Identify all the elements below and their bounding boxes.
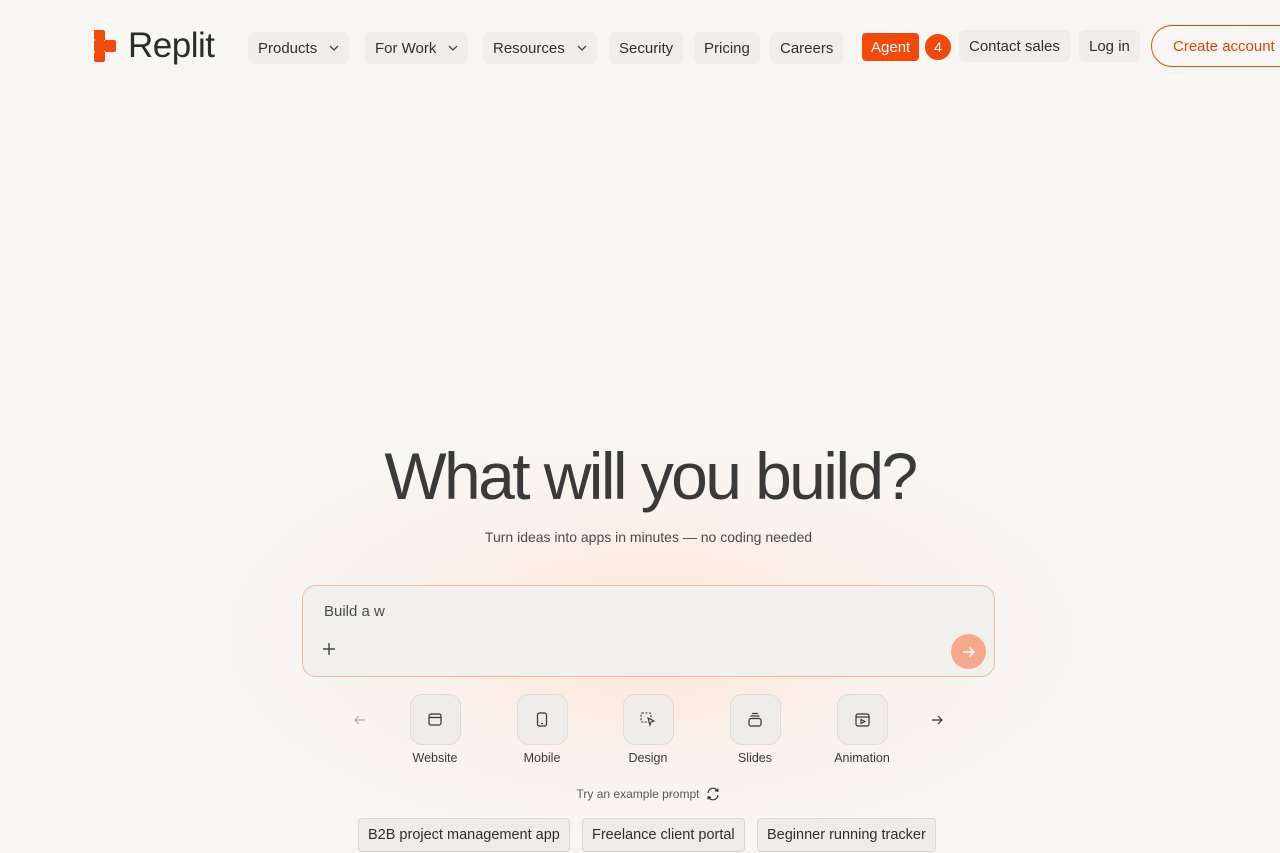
phone-icon bbox=[536, 712, 548, 727]
category-tile bbox=[622, 694, 674, 745]
category-website[interactable]: Website bbox=[395, 694, 475, 765]
categories-prev-button[interactable] bbox=[350, 710, 370, 730]
category-label: Animation bbox=[834, 751, 890, 765]
nav-pricing[interactable]: Pricing bbox=[694, 32, 760, 64]
arrow-right-icon bbox=[962, 646, 975, 657]
nav-products[interactable]: Products bbox=[248, 32, 350, 64]
category-mobile[interactable]: Mobile bbox=[502, 694, 582, 765]
log-in-link[interactable]: Log in bbox=[1079, 30, 1140, 62]
slides-stack-icon bbox=[748, 712, 762, 727]
arrow-right-icon bbox=[932, 715, 943, 725]
hero-headline: What will you build? bbox=[384, 439, 918, 513]
arrow-left-icon bbox=[354, 715, 365, 725]
add-attachment-button[interactable] bbox=[320, 641, 338, 659]
category-tile bbox=[409, 694, 461, 745]
prompt-input-box[interactable]: Build a w bbox=[302, 585, 995, 677]
replit-logo[interactable]: Replit bbox=[92, 26, 215, 66]
category-tile bbox=[836, 694, 888, 745]
refresh-icon[interactable] bbox=[706, 787, 720, 801]
prompt-input-text[interactable]: Build a w bbox=[324, 603, 385, 620]
nav-products-label: Products bbox=[258, 39, 318, 57]
nav-resources-label: Resources bbox=[493, 39, 565, 57]
send-prompt-button[interactable] bbox=[951, 634, 986, 669]
nav-agent-button[interactable]: Agent bbox=[862, 33, 920, 61]
category-label: Mobile bbox=[523, 751, 561, 765]
nav-resources[interactable]: Resources bbox=[483, 32, 597, 64]
hero-subline: Turn ideas into apps in minutes — no cod… bbox=[484, 529, 813, 545]
example-chip[interactable]: Beginner running tracker bbox=[757, 818, 936, 852]
chevron-down-icon bbox=[577, 45, 587, 51]
categories-next-button[interactable] bbox=[927, 710, 947, 730]
logo-wordmark: Replit bbox=[128, 26, 215, 65]
category-label: Design bbox=[628, 751, 668, 765]
category-tile bbox=[729, 694, 781, 745]
category-label: Website bbox=[412, 751, 458, 765]
nav-careers[interactable]: Careers bbox=[770, 32, 844, 64]
select-cursor-icon bbox=[640, 712, 656, 727]
example-prompt-header: Try an example prompt bbox=[0, 787, 1280, 801]
nav-for-work-label: For Work bbox=[375, 39, 437, 57]
create-account-button[interactable]: Create account bbox=[1151, 25, 1280, 67]
example-chip[interactable]: Freelance client portal bbox=[582, 818, 745, 852]
replit-logo-icon bbox=[94, 30, 116, 62]
contact-sales-link[interactable]: Contact sales bbox=[959, 30, 1070, 62]
nav-for-work[interactable]: For Work bbox=[365, 32, 469, 64]
agent-count-badge: 4 bbox=[923, 32, 953, 62]
category-animation[interactable]: Animation bbox=[822, 694, 902, 765]
browser-window-icon bbox=[428, 713, 442, 726]
chevron-down-icon bbox=[329, 45, 339, 51]
category-slides[interactable]: Slides bbox=[715, 694, 795, 765]
play-window-icon bbox=[854, 712, 870, 727]
category-label: Slides bbox=[737, 751, 773, 765]
nav-security[interactable]: Security bbox=[609, 32, 684, 64]
chevron-down-icon bbox=[448, 45, 458, 51]
example-prompt-label: Try an example prompt bbox=[576, 787, 700, 801]
plus-icon bbox=[323, 643, 335, 655]
category-design[interactable]: Design bbox=[608, 694, 688, 765]
example-chip[interactable]: B2B project management app bbox=[358, 818, 570, 852]
category-tile bbox=[516, 694, 568, 745]
site-header: Replit Products For Work Resources Secur… bbox=[0, 0, 1280, 92]
